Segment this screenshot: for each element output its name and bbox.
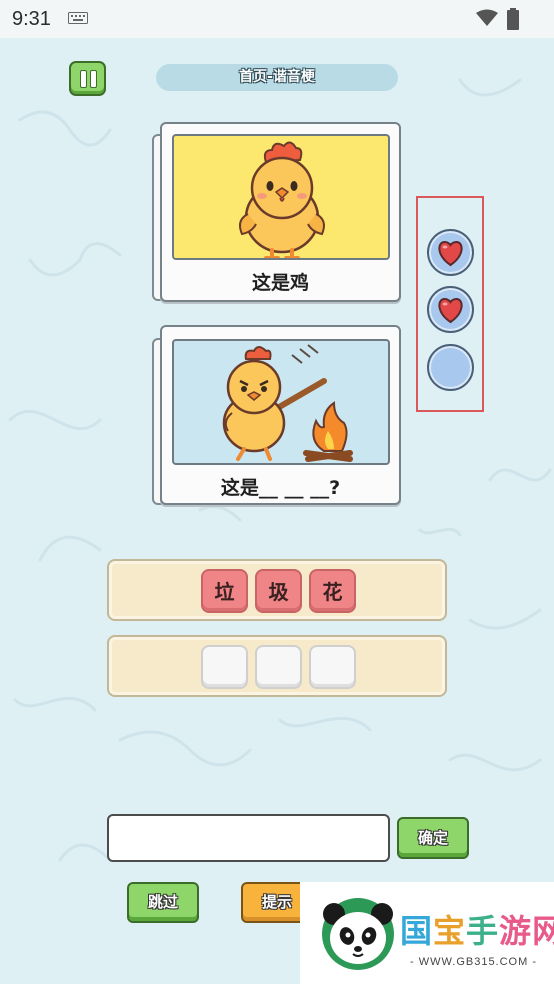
answer-slot[interactable] [255, 645, 302, 689]
chicken-fire-image [172, 339, 390, 465]
watermark-brand: 国宝手游网 [400, 906, 554, 952]
letter-tile[interactable]: 圾 [255, 569, 302, 613]
letter-tile[interactable]: 花 [309, 569, 356, 613]
watermark-brand-text: 国宝手游网 [400, 912, 554, 950]
heart-icon [438, 240, 463, 267]
answer-slot[interactable] [309, 645, 356, 689]
letter-tile-row: 垃 圾 花 [107, 559, 447, 621]
confirm-button[interactable]: 确定 [397, 817, 469, 859]
card-caption: 这是__ __ __? [220, 477, 341, 499]
lives-panel [416, 196, 484, 412]
status-bar: 9:31 [0, 0, 554, 38]
skip-button[interactable]: 跳过 [127, 882, 199, 923]
battery-icon [507, 8, 519, 30]
watermark: 国宝手游网 - WWW.GB315.COM - [300, 882, 554, 984]
status-time: 9:31 [12, 8, 51, 30]
life-full [427, 229, 474, 276]
card-caption: 这是鸡 [251, 272, 309, 294]
heart-icon [438, 297, 463, 324]
letter-tile[interactable]: 垃 [201, 569, 248, 613]
answer-input[interactable] [107, 814, 390, 862]
panda-logo-icon [322, 898, 394, 970]
chicken-image [172, 134, 390, 260]
watermark-url: - WWW.GB315.COM - [410, 956, 537, 968]
answer-slot-row [107, 635, 447, 697]
life-empty [427, 344, 474, 391]
level-title: 首页-谐音梗 [156, 64, 398, 91]
answer-slot[interactable] [201, 645, 248, 689]
pause-button[interactable] [69, 61, 106, 96]
wifi-icon [476, 9, 498, 26]
keyboard-icon [68, 12, 88, 24]
pause-icon [80, 70, 87, 88]
life-full [427, 286, 474, 333]
